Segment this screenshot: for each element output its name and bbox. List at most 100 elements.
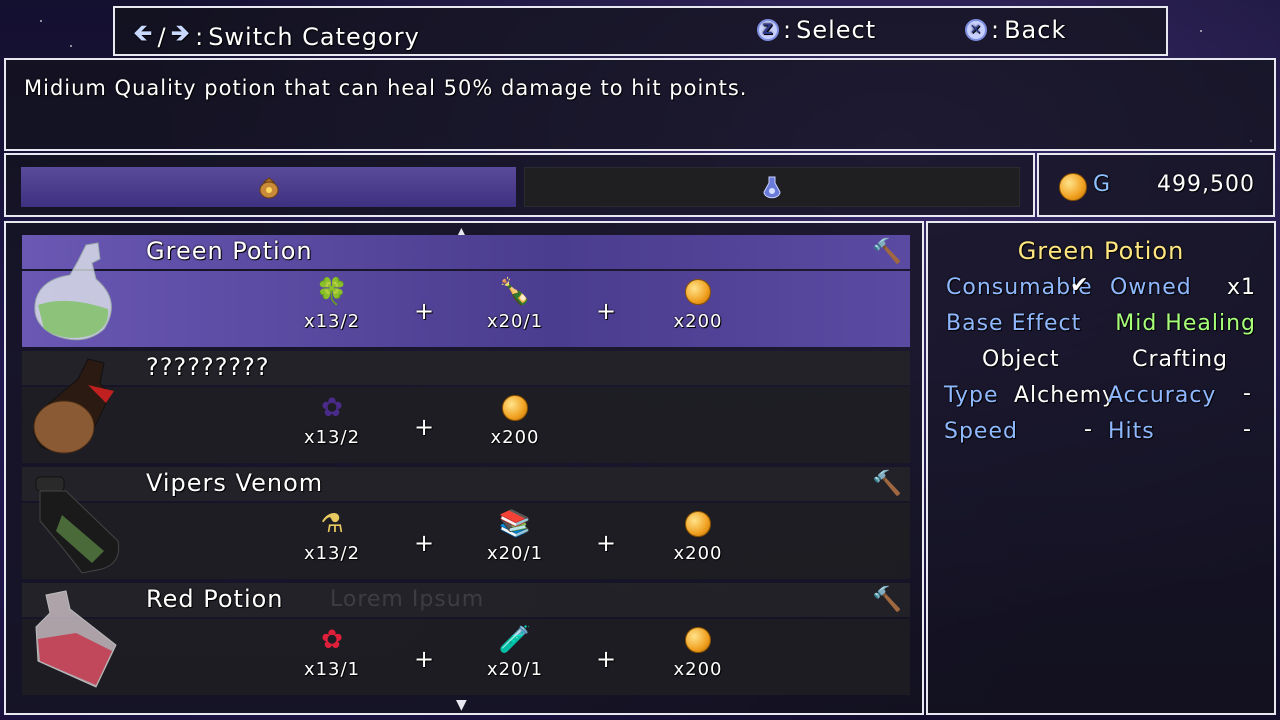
money-bag-icon <box>259 177 278 199</box>
gold-amount: 499,500 <box>1157 172 1255 197</box>
tab-crystal-flask[interactable] <box>524 167 1020 207</box>
plus-sign: + <box>596 645 618 673</box>
material-qty: x20/1 <box>486 659 544 680</box>
recipe-name: Red Potion <box>146 585 284 613</box>
bottle-icon: 🍾 <box>498 277 532 307</box>
material-qty: x13/2 <box>303 427 361 448</box>
z-button-icon: Z <box>757 19 779 41</box>
base-effect-label: Base Effect <box>946 311 1082 336</box>
material-slot: x200 <box>658 509 738 564</box>
recipe-row-vipers-venom[interactable]: Vipers Venom 🔨 ⚗ x13/2 + 📚 x20/1 + x200 <box>22 467 910 579</box>
select-hint[interactable]: Z : Select <box>757 16 876 44</box>
switch-category-hint: 🡸 / 🡺 : Switch Category <box>133 16 420 57</box>
detail-window: Green Potion Consumable ✔ Owned x1 Base … <box>926 221 1276 715</box>
help-bar: 🡸 / 🡺 : Switch Category Z : Select ✕ : B… <box>113 6 1168 56</box>
plus-sign: + <box>596 529 618 557</box>
material-slot: ✿ x13/2 <box>292 393 372 448</box>
material-slot: 🍾 x20/1 <box>475 277 555 332</box>
green-vial-icon: 🧪 <box>498 625 532 655</box>
plus-sign: + <box>414 529 436 557</box>
green-potion-icon <box>34 242 112 341</box>
material-qty: x200 <box>673 543 723 564</box>
object-label: Object <box>982 347 1060 372</box>
material-slot: x200 <box>658 625 738 680</box>
hits-label: Hits <box>1108 419 1155 444</box>
wrapped-bottle-icon <box>33 358 114 454</box>
recipe-name: ????????? <box>146 353 270 381</box>
ghost-text: Lorem Ipsum <box>330 587 485 612</box>
material-qty: x20/1 <box>486 543 544 564</box>
material-bar <box>22 387 910 463</box>
colon: : <box>783 16 793 44</box>
recipe-row-green-potion[interactable]: Green Potion 🔨 🍀 x13/2 + 🍾 x20/1 + x200 <box>22 235 910 347</box>
venom-bottle-icon <box>35 476 120 574</box>
hammer-icon: 🔨 <box>872 469 902 497</box>
material-slot: 🍀 x13/2 <box>292 277 372 332</box>
gold-unit: G <box>1093 172 1112 197</box>
red-potion-icon <box>35 590 117 688</box>
star <box>70 45 72 47</box>
material-slot: x200 <box>658 277 738 332</box>
hits-value: - <box>1243 417 1252 442</box>
back-label: Back <box>1004 16 1067 44</box>
material-qty: x13/2 <box>303 311 361 332</box>
book-icon: 📚 <box>498 509 532 539</box>
speed-label: Speed <box>944 419 1018 444</box>
dark-flower-icon: ✿ <box>321 393 343 423</box>
colon: : <box>991 16 1001 44</box>
arrow-left-icon: 🡸 <box>133 19 154 47</box>
recipe-row-red-potion[interactable]: Red Potion Lorem Ipsum 🔨 ✿ x13/1 + 🧪 x20… <box>22 583 910 695</box>
crystal-flask-icon <box>763 176 781 199</box>
hammer-icon: 🔨 <box>872 585 902 613</box>
owned-value: x1 <box>1226 275 1256 300</box>
material-slot: 📚 x20/1 <box>475 509 555 564</box>
back-hint[interactable]: ✕ : Back <box>965 16 1066 44</box>
recipe-name: Vipers Venom <box>146 469 324 497</box>
x-button-icon: ✕ <box>965 19 987 41</box>
item-description: Midium Quality potion that can heal 50% … <box>24 76 748 100</box>
material-slot: ✿ x13/1 <box>292 625 372 680</box>
red-flower-icon: ✿ <box>321 625 343 655</box>
plus-sign: + <box>596 297 618 325</box>
owned-label: Owned <box>1110 275 1192 300</box>
clover-icon: 🍀 <box>315 277 349 307</box>
description-window: Midium Quality potion that can heal 50% … <box>4 58 1276 151</box>
category-tabs <box>4 153 1035 217</box>
coin-icon <box>500 393 530 423</box>
arrow-right-icon: 🡺 <box>170 19 192 47</box>
type-value: Alchemy <box>1014 383 1117 408</box>
recipe-row-unknown[interactable]: ????????? ✿ x13/2 + x200 <box>22 351 910 463</box>
recipe-name: Green Potion <box>146 237 313 265</box>
material-slot: 🧪 x20/1 <box>475 625 555 680</box>
recipe-list: ▲ Green Potion 🔨 🍀 x13/2 + 🍾 x20/1 + x20… <box>4 221 924 715</box>
material-qty: x13/2 <box>303 543 361 564</box>
scroll-down-icon[interactable]: ▼ <box>456 697 467 713</box>
star <box>40 20 42 22</box>
check-icon: ✔ <box>1070 273 1090 298</box>
tab-money-bag[interactable] <box>21 167 516 207</box>
slash: / <box>157 22 167 51</box>
material-slot: x200 <box>475 393 555 448</box>
type-label: Type <box>944 383 999 408</box>
accuracy-value: - <box>1243 381 1252 406</box>
colon: : <box>195 22 205 51</box>
base-effect-value: Mid Healing <box>1115 311 1256 336</box>
switch-category-label: Switch Category <box>208 22 420 51</box>
select-label: Select <box>796 16 877 44</box>
material-bar <box>22 503 910 579</box>
detail-title: Green Potion <box>1017 237 1185 265</box>
coin-icon <box>683 625 713 655</box>
material-slot: ⚗ x13/2 <box>292 509 372 564</box>
gold-window: G 499,500 <box>1037 153 1275 217</box>
material-qty: x200 <box>673 311 723 332</box>
material-qty: x20/1 <box>486 311 544 332</box>
plus-sign: + <box>414 413 436 441</box>
plus-sign: + <box>414 297 436 325</box>
material-qty: x200 <box>490 427 540 448</box>
speed-value: - <box>1084 417 1093 442</box>
hammer-icon: 🔨 <box>872 237 902 265</box>
coin-icon <box>683 509 713 539</box>
material-qty: x13/1 <box>303 659 361 680</box>
coin-icon <box>683 277 713 307</box>
vial-icon: ⚗ <box>320 509 344 539</box>
